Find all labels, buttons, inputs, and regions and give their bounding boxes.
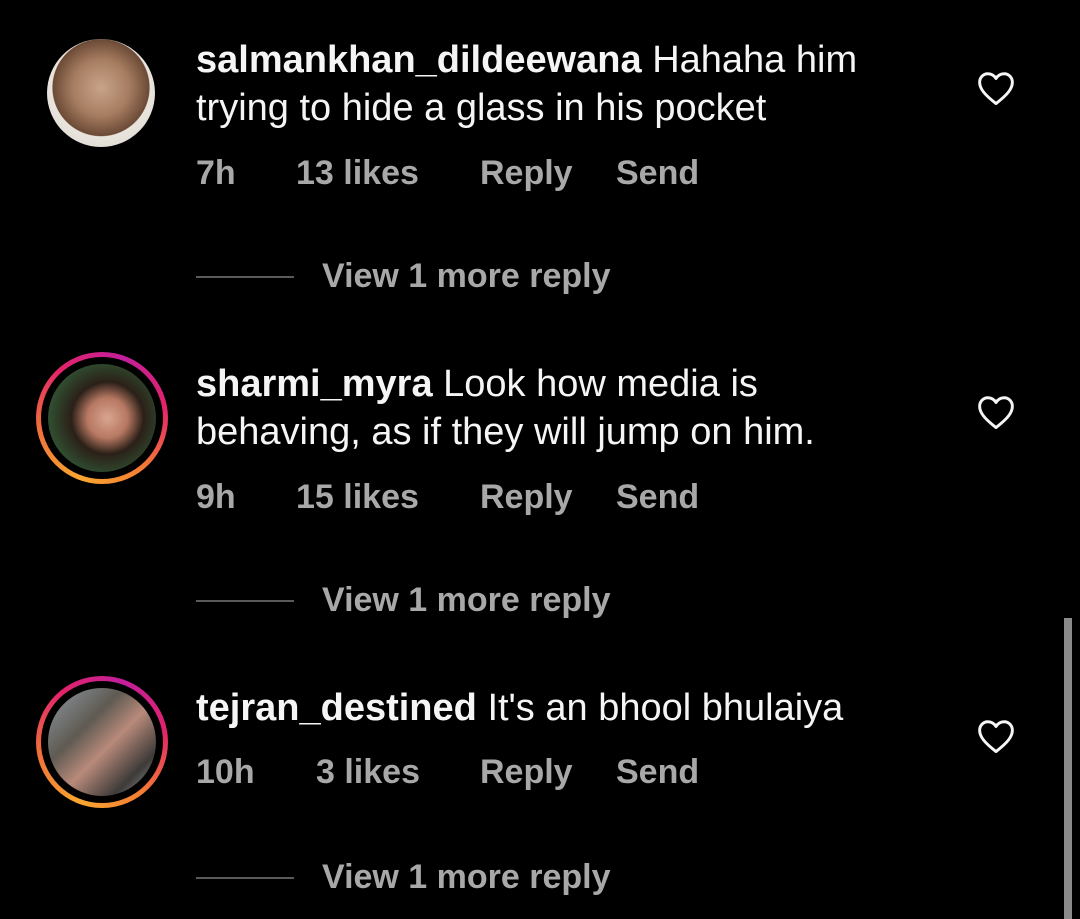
comment-username[interactable]: salmankhan_dildeewana: [196, 39, 642, 81]
avatar-photo: [48, 688, 156, 796]
heart-icon[interactable]: [976, 70, 1016, 106]
avatar-photo: [48, 364, 156, 472]
comment-time: 10h: [196, 753, 255, 791]
view-replies-button[interactable]: View 1 more reply: [196, 256, 696, 296]
comment-likes[interactable]: 15 likes: [296, 477, 419, 517]
comment-likes[interactable]: 3 likes: [316, 752, 420, 792]
comment-username[interactable]: sharmi_myra: [196, 363, 433, 405]
send-button[interactable]: Send: [616, 477, 699, 517]
comment-body: salmankhan_dildeewana Hahaha him trying …: [196, 36, 916, 132]
comment-likes[interactable]: 13 likes: [296, 153, 419, 193]
view-replies-button[interactable]: View 1 more reply: [196, 580, 696, 620]
avatar-story-ring[interactable]: [36, 352, 168, 484]
reply-button[interactable]: Reply: [480, 153, 573, 193]
replies-divider: [196, 600, 294, 602]
reply-button[interactable]: Reply: [480, 477, 573, 517]
scrollbar[interactable]: [1064, 618, 1072, 919]
comment-text: It's an bhool bhulaiya: [487, 687, 844, 729]
heart-icon[interactable]: [976, 718, 1016, 754]
avatar-story-ring[interactable]: [36, 676, 168, 808]
comment-username[interactable]: tejran_destined: [196, 687, 477, 729]
view-replies-label: View 1 more reply: [322, 257, 611, 295]
avatar-ring-gap: [41, 357, 163, 479]
view-replies-button[interactable]: View 1 more reply: [196, 857, 696, 897]
send-button[interactable]: Send: [616, 153, 699, 193]
replies-divider: [196, 276, 294, 278]
replies-divider: [196, 877, 294, 879]
view-replies-label: View 1 more reply: [322, 858, 611, 896]
avatar-ring-gap: [41, 681, 163, 803]
comment-body: tejran_destined It's an bhool bhulaiya: [196, 684, 916, 732]
avatar[interactable]: [36, 28, 166, 158]
reply-button[interactable]: Reply: [480, 752, 573, 792]
view-replies-label: View 1 more reply: [322, 581, 611, 619]
comment-time: 9h: [196, 478, 236, 516]
comment-time: 7h: [196, 154, 236, 192]
send-button[interactable]: Send: [616, 752, 699, 792]
comment-body: sharmi_myra Look how media is behaving, …: [196, 360, 916, 456]
avatar-photo: [47, 39, 155, 147]
heart-icon[interactable]: [976, 394, 1016, 430]
